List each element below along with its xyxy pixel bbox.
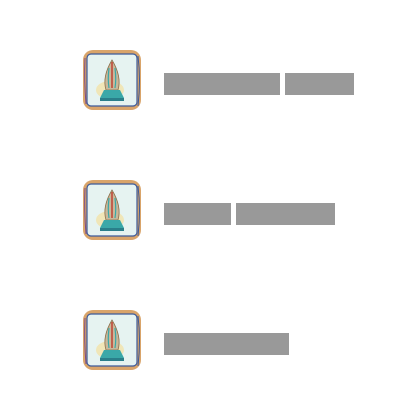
- placeholder-bar: [285, 73, 354, 95]
- list-item[interactable]: [80, 306, 380, 378]
- item-list: [0, 0, 420, 420]
- placeholder-bar: [164, 73, 280, 95]
- pen-nib-icon: [80, 176, 144, 244]
- pen-nib-icon: [80, 46, 144, 114]
- list-item[interactable]: [80, 46, 380, 118]
- pen-nib-icon: [80, 306, 144, 374]
- placeholder-bar: [236, 203, 335, 225]
- list-item[interactable]: [80, 176, 380, 248]
- placeholder-bar: [164, 333, 289, 355]
- placeholder-bar: [164, 203, 231, 225]
